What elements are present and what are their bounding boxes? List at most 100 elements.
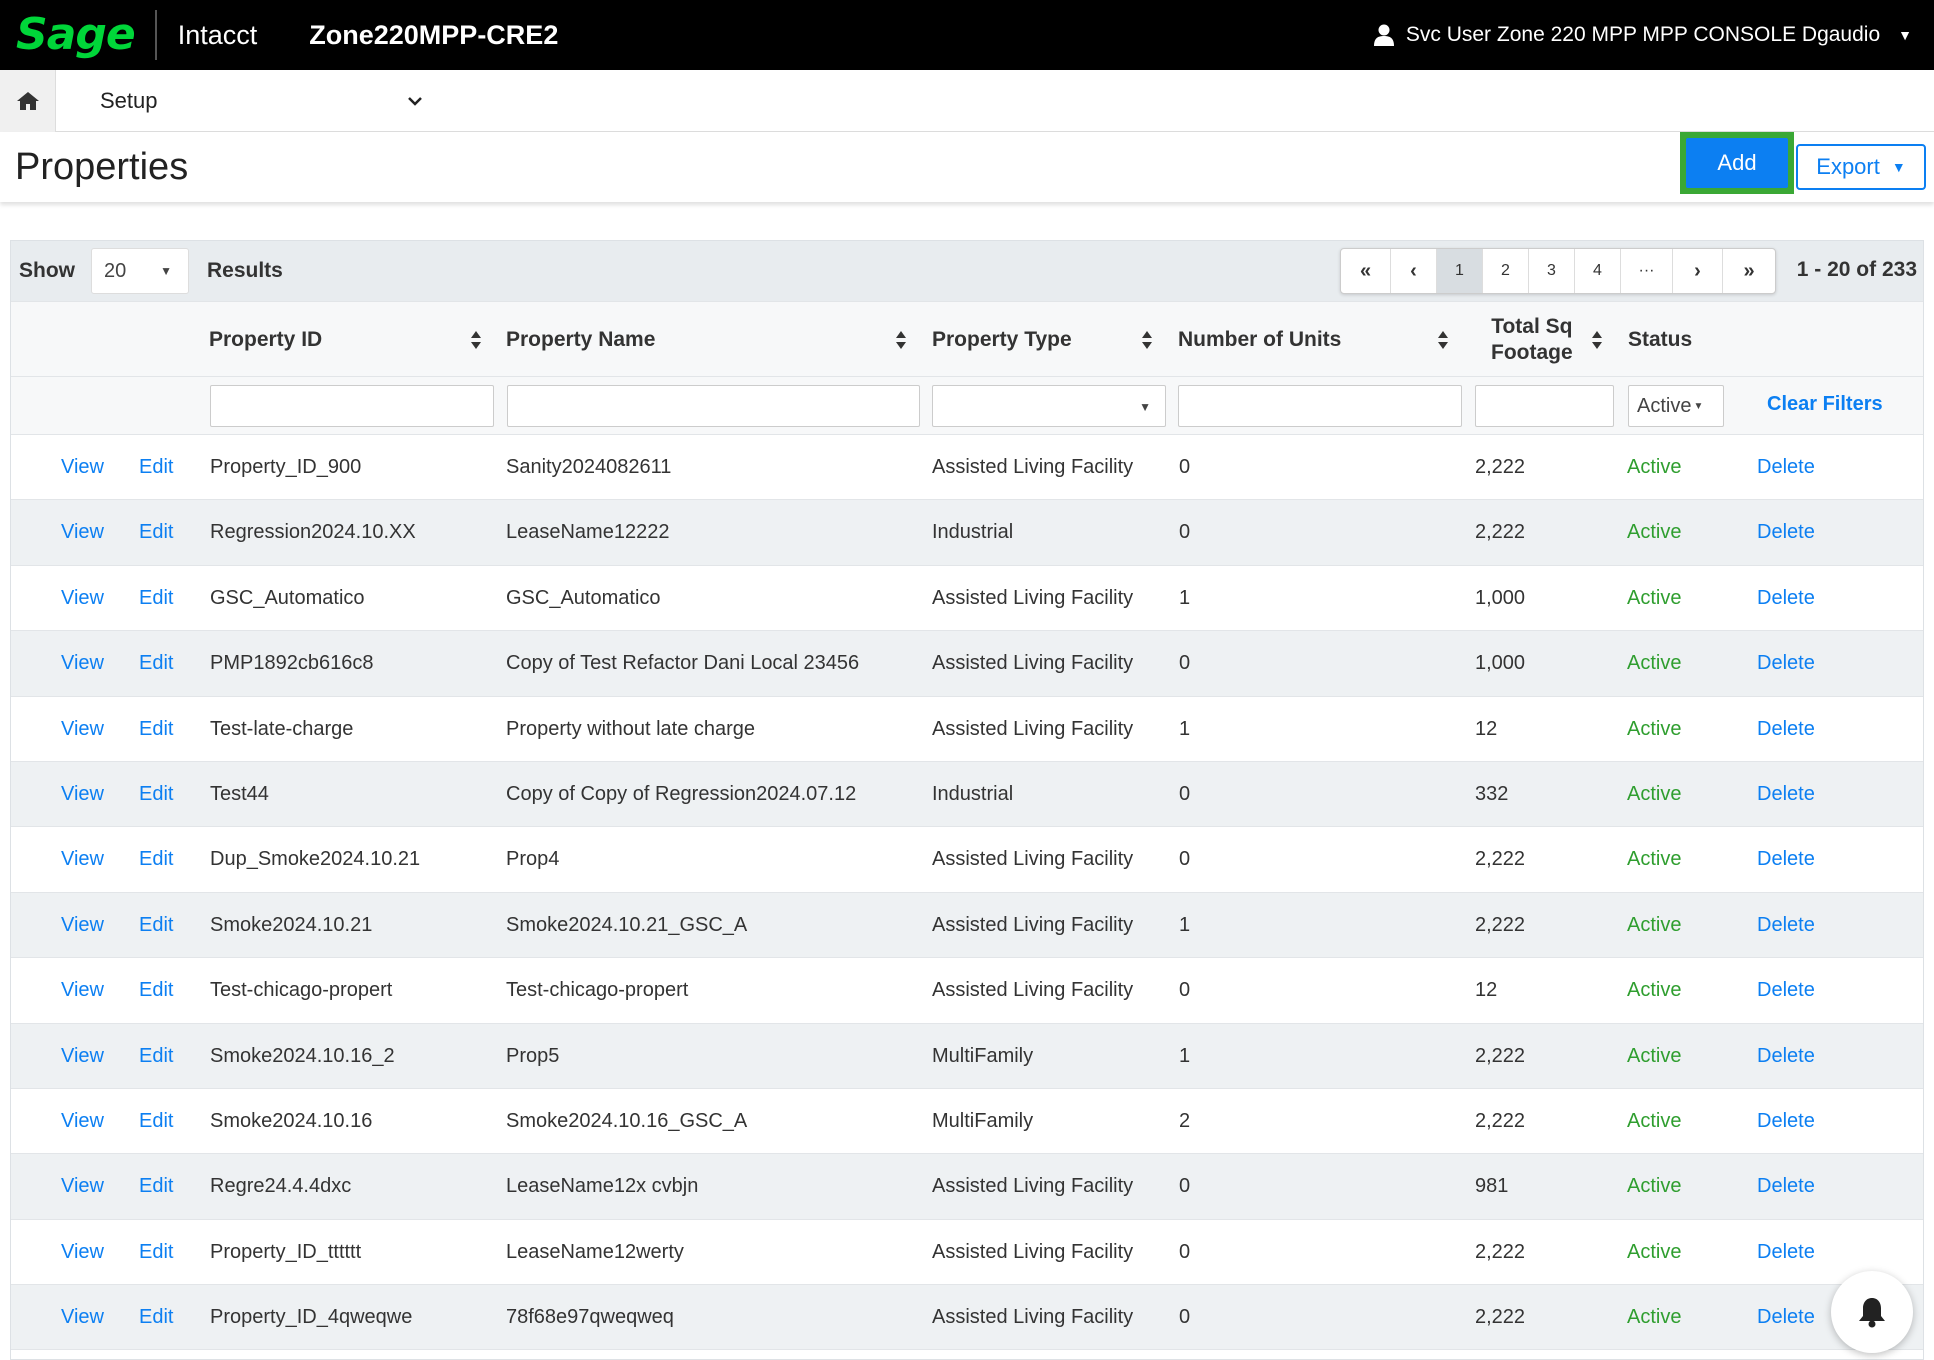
sort-icon[interactable] — [1437, 330, 1449, 350]
delete-link[interactable]: Delete — [1757, 827, 1815, 892]
header-property-id[interactable]: Property ID — [209, 302, 322, 378]
pagination-button[interactable]: 1 — [1437, 249, 1483, 293]
user-menu[interactable]: Svc User Zone 220 MPP MPP CONSOLE Dgaudi… — [1373, 0, 1912, 70]
pagination-button[interactable]: « — [1341, 249, 1391, 293]
notifications-button[interactable] — [1831, 1271, 1913, 1353]
header-property-type[interactable]: Property Type — [932, 302, 1072, 378]
edit-link[interactable]: Edit — [139, 1024, 173, 1089]
view-link[interactable]: View — [61, 631, 104, 696]
table-row: View Edit Property_ID_4qweqwe 78f68e97qweqw… — [11, 1285, 1923, 1351]
property-name-filter[interactable] — [507, 385, 920, 427]
table-row: View Edit Regression2024.10.XX LeaseName122… — [11, 500, 1923, 566]
delete-link[interactable]: Delete — [1757, 958, 1815, 1023]
sqft-cell: 332 — [1475, 782, 1509, 805]
table-row: View Edit GSC_Automatico GSC_Automatico Assi… — [11, 566, 1923, 632]
sort-icon[interactable] — [1591, 330, 1603, 350]
view-link[interactable]: View — [61, 435, 104, 500]
status-filter[interactable]: Active ▼ — [1628, 385, 1724, 427]
delete-link[interactable]: Delete — [1757, 1024, 1815, 1089]
export-label: Export — [1816, 154, 1880, 179]
edit-link[interactable]: Edit — [139, 958, 173, 1023]
edit-link[interactable]: Edit — [139, 893, 173, 958]
delete-link[interactable]: Delete — [1757, 1220, 1815, 1285]
page-size-select[interactable]: 20 ▼ — [91, 248, 189, 294]
delete-link[interactable]: Delete — [1757, 1154, 1815, 1219]
pagination-button[interactable]: » — [1723, 249, 1775, 293]
sort-icon[interactable] — [895, 330, 907, 350]
company-name[interactable]: Zone220MPP-CRE2 — [309, 20, 558, 51]
sort-icon[interactable] — [470, 330, 482, 350]
view-link[interactable]: View — [61, 762, 104, 827]
property-name-cell: Smoke2024.10.21_GSC_A — [506, 913, 748, 936]
property-id-cell: Test-chicago-propert — [210, 979, 393, 1002]
delete-link[interactable]: Delete — [1757, 697, 1815, 762]
property-type-cell: Industrial — [932, 521, 1014, 544]
user-name: Svc User Zone 220 MPP MPP CONSOLE Dgaudi… — [1405, 23, 1881, 46]
property-type-cell: Assisted Living Facility — [932, 652, 1134, 675]
export-button[interactable]: Export ▼ — [1796, 144, 1926, 190]
header-number-of-units[interactable]: Number of Units — [1178, 302, 1341, 378]
view-link[interactable]: View — [61, 1220, 104, 1285]
sqft-cell: 2,222 — [1475, 848, 1526, 871]
view-link[interactable]: View — [61, 958, 104, 1023]
pagination-button[interactable]: › — [1673, 249, 1723, 293]
view-link[interactable]: View — [61, 566, 104, 631]
units-filter[interactable] — [1178, 385, 1462, 427]
add-button[interactable]: Add — [1686, 138, 1788, 188]
pagination-button[interactable]: ‹ — [1391, 249, 1437, 293]
status-cell: Active — [1627, 521, 1682, 544]
edit-link[interactable]: Edit — [139, 827, 173, 892]
table-header: Property ID Property Name Property Type … — [11, 301, 1923, 377]
edit-link[interactable]: Edit — [139, 762, 173, 827]
header-total-sq-footage[interactable]: Total Sq Footage — [1491, 302, 1573, 378]
view-link[interactable]: View — [61, 1285, 104, 1350]
property-id-filter[interactable] — [210, 385, 494, 427]
header-property-name[interactable]: Property Name — [506, 302, 655, 378]
property-type-cell: Assisted Living Facility — [932, 913, 1134, 936]
pagination-button[interactable]: 4 — [1575, 249, 1621, 293]
delete-link[interactable]: Delete — [1757, 893, 1815, 958]
edit-link[interactable]: Edit — [139, 500, 173, 565]
pagination-button[interactable]: ··· — [1621, 249, 1673, 293]
delete-link[interactable]: Delete — [1757, 500, 1815, 565]
sqft-cell: 2,222 — [1475, 1306, 1526, 1329]
sqft-filter[interactable] — [1475, 385, 1614, 427]
edit-link[interactable]: Edit — [139, 1220, 173, 1285]
property-name-cell: Smoke2024.10.16_GSC_A — [506, 1109, 748, 1132]
property-name-cell: LeaseName12222 — [506, 521, 670, 544]
delete-link[interactable]: Delete — [1757, 435, 1815, 500]
edit-link[interactable]: Edit — [139, 697, 173, 762]
edit-link[interactable]: Edit — [139, 1089, 173, 1154]
property-name-cell: Prop4 — [506, 848, 560, 871]
view-link[interactable]: View — [61, 697, 104, 762]
view-link[interactable]: View — [61, 1024, 104, 1089]
delete-link[interactable]: Delete — [1757, 762, 1815, 827]
edit-link[interactable]: Edit — [139, 435, 173, 500]
view-link[interactable]: View — [61, 827, 104, 892]
sort-icon[interactable] — [1141, 330, 1153, 350]
edit-link[interactable]: Edit — [139, 631, 173, 696]
view-link[interactable]: View — [61, 500, 104, 565]
sage-logo[interactable]: Sage — [16, 13, 136, 57]
edit-link[interactable]: Edit — [139, 1285, 173, 1350]
module-dropdown[interactable]: Setup — [100, 88, 422, 114]
delete-link[interactable]: Delete — [1757, 566, 1815, 631]
pagination-button[interactable]: 3 — [1529, 249, 1575, 293]
units-cell: 2 — [1179, 1109, 1191, 1132]
sqft-cell: 1,000 — [1475, 586, 1526, 609]
caret-down-icon: ▼ — [160, 264, 172, 278]
edit-link[interactable]: Edit — [139, 566, 173, 631]
view-link[interactable]: View — [61, 893, 104, 958]
delete-link[interactable]: Delete — [1757, 1285, 1815, 1350]
title-bar: Properties Add Export ▼ — [0, 132, 1934, 202]
clear-filters-link[interactable]: Clear Filters — [1767, 393, 1883, 416]
view-link[interactable]: View — [61, 1089, 104, 1154]
property-id-cell: Test-late-charge — [210, 717, 354, 740]
delete-link[interactable]: Delete — [1757, 1089, 1815, 1154]
delete-link[interactable]: Delete — [1757, 631, 1815, 696]
view-link[interactable]: View — [61, 1154, 104, 1219]
home-button[interactable] — [0, 69, 56, 132]
edit-link[interactable]: Edit — [139, 1154, 173, 1219]
property-type-filter[interactable]: ▼ — [932, 385, 1166, 427]
pagination-button[interactable]: 2 — [1483, 249, 1529, 293]
